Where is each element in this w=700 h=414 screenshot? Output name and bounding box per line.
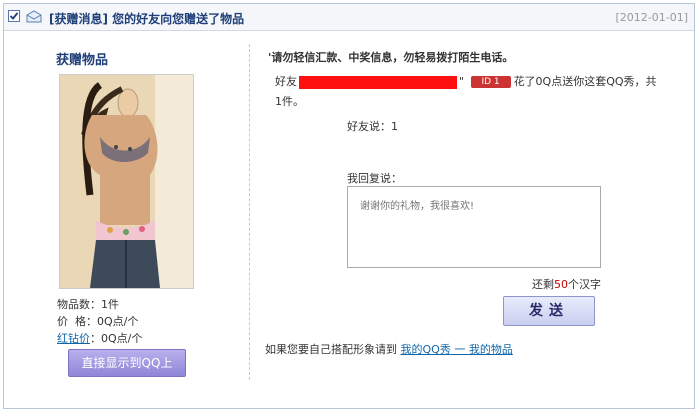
checkmark-icon [9,12,19,20]
gift-price: 价 格：0Q点/个 [57,313,138,329]
gift-sender-line: 好友 " ID 1 花了0Q点送你这套QQ秀，共 [275,75,657,89]
reply-label: 我回复说： [347,172,402,185]
message-header: [获赠消息] 您的好友向您赠送了物品 [2012-01-01] [4,4,694,31]
friend-prefix: 好友 [275,75,297,88]
red-diamond-link[interactable]: 红钻价 [57,332,90,345]
remaining-suffix: 个汉字 [568,278,601,291]
my-items-link[interactable]: 我的物品 [469,343,513,356]
spend-text: 花了0Q点送你这套QQ秀，共 [513,75,657,88]
redacted-friend-name [299,75,457,89]
message-body: '请勿轻信汇款、中奖信息，勿轻易拨打陌生电话。 好友 " ID 1 花了0Q点送你这… [250,31,694,410]
gift-count-label: 物品数： [57,298,101,311]
outfit-hint-text: 如果您要自己搭配形象请到 [265,343,397,356]
remaining-chars: 还剩50个汉字 [532,276,601,292]
gift-count-value: 1件 [101,298,119,311]
gift-count-text: 1件。 [275,95,304,108]
gift-diamond-price: 红钻价：0Q点/个 [57,330,142,346]
gift-heading: 获赠物品 [56,53,109,68]
gift-diamond-value: ：0Q点/个 [90,332,143,345]
message-subject: 您的好友向您赠送了物品 [112,12,245,26]
my-qq-show-link[interactable]: 我的QQ秀 [401,343,451,356]
show-on-qq-button[interactable]: 直接显示到QQ上 [68,349,186,377]
gift-photo [59,74,194,289]
gift-price-value: 0Q点/个 [97,315,139,328]
message-panel: [获赠消息] 您的好友向您赠送了物品 [2012-01-01] 获赠物品 物品数… [3,3,695,409]
send-button[interactable]: 发送 [503,296,595,326]
message-title: [获赠消息] 您的好友向您赠送了物品 [49,10,244,27]
message-category: [获赠消息] [49,12,108,26]
link-separator: 一 [450,343,469,356]
envelope-open-icon [26,10,42,23]
reply-input[interactable] [347,186,601,268]
message-date: [2012-01-01] [615,11,688,24]
gift-photo-image [60,75,193,288]
remaining-prefix: 还剩 [532,278,554,291]
gift-panel: 获赠物品 物品数：1件 价 格：0Q点/个 红钻价：0Q点/个 直接显示到QQ上 [4,31,249,410]
outfit-hint: 如果您要自己搭配形象请到 我的QQ秀 一 我的物品 [265,341,513,357]
friend-badge: ID 1 [470,76,511,88]
safety-warning: '请勿轻信汇款、中奖信息，勿轻易拨打陌生电话。 [268,51,514,64]
remaining-count: 50 [554,278,568,291]
gift-price-label: 价 格： [57,315,97,328]
friend-message: 好友说：1 [347,120,398,133]
select-checkbox[interactable] [8,10,20,22]
gift-count: 物品数：1件 [57,296,119,312]
